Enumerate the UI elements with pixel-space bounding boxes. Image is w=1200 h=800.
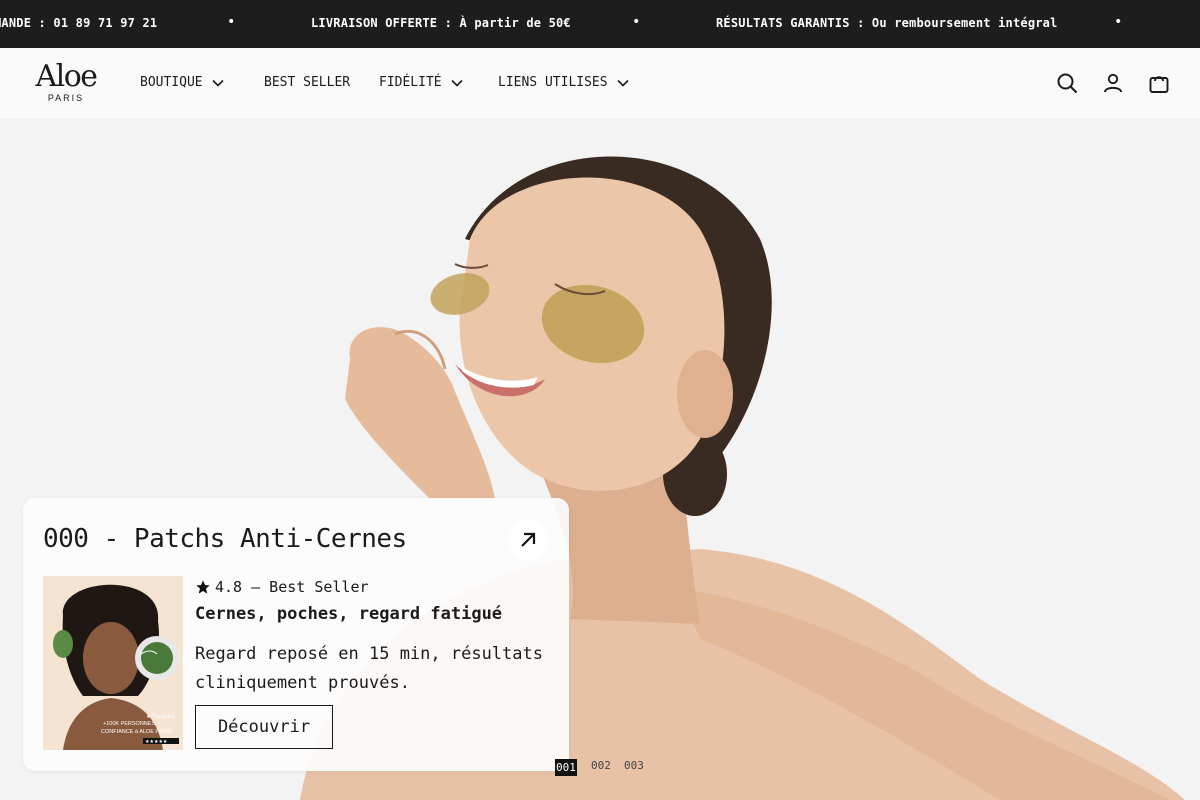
thumbnail-badge-line1: +100K PERSONNES — [103, 721, 156, 727]
announcement-shipping: LIVRAISON OFFERTE : À partir de 50€ — [311, 16, 571, 30]
chevron-down-icon — [617, 79, 629, 87]
nav-item-fidelite[interactable]: FIDÉLITÉ — [379, 75, 464, 90]
product-subtitle: Cernes, poches, regard fatigué — [195, 604, 503, 624]
brand-logo[interactable]: Aloe PARIS — [30, 59, 102, 104]
svg-text:★★★★★: ★★★★★ — [145, 739, 168, 745]
star-icon — [196, 580, 210, 594]
featured-product-card[interactable]: 000 - Patchs Anti-Cernes ★ Trustpilot ★★… — [23, 498, 569, 771]
slide-indicator-3[interactable]: 003 — [624, 759, 644, 772]
svg-text:★ Trustpilot: ★ Trustpilot — [146, 713, 175, 720]
nav-label: BOUTIQUE — [140, 75, 203, 90]
product-rating: 4.8 — Best Seller — [195, 578, 369, 596]
nav-item-liens-utilises[interactable]: LIENS UTILISES — [498, 75, 630, 90]
arrow-up-right-icon — [521, 532, 536, 547]
open-product-button[interactable] — [508, 520, 548, 560]
product-thumbnail[interactable]: ★ Trustpilot ★★★★★ +100K PERSONNES CONFI… — [43, 576, 183, 750]
announcement-guarantee: RÉSULTATS GARANTIS : Ou remboursement in… — [716, 16, 1058, 30]
nav-item-best-seller[interactable]: BEST SELLER — [264, 75, 350, 90]
site-header: Aloe PARIS BOUTIQUE BEST SELLER FIDÉLITÉ… — [0, 48, 1200, 119]
announcement-separator: • — [632, 14, 641, 30]
nav-label: LIENS UTILISES — [498, 75, 608, 90]
nav-label: FIDÉLITÉ — [379, 75, 442, 90]
logo-wordmark: Aloe — [35, 59, 98, 94]
announcement-separator: • — [1114, 14, 1123, 30]
product-description: Regard reposé en 15 min, résultats clini… — [195, 644, 543, 693]
discover-button[interactable]: Découvrir — [195, 705, 333, 749]
announcement-separator: • — [227, 14, 236, 30]
product-title: 000 - Patchs Anti-Cernes — [43, 524, 407, 554]
thumbnail-badge-line2: CONFIANCE à ALOE PARIS — [101, 729, 172, 735]
cart-icon[interactable] — [1148, 72, 1170, 94]
announcement-phone: MANDE : 01 89 71 97 21 — [0, 16, 158, 30]
chevron-down-icon — [451, 79, 463, 87]
logo-subtitle: PARIS — [47, 93, 85, 103]
slide-indicator-1[interactable]: 001 — [555, 759, 577, 776]
nav-label: BEST SELLER — [264, 75, 351, 90]
nav-item-boutique[interactable]: BOUTIQUE — [140, 75, 225, 90]
rating-text: 4.8 — Best Seller — [215, 578, 369, 596]
chevron-down-icon — [212, 79, 224, 87]
announcement-bar: MANDE : 01 89 71 97 21 • LIVRAISON OFFER… — [0, 0, 1200, 48]
search-icon[interactable] — [1056, 72, 1078, 94]
slide-indicator-2[interactable]: 002 — [591, 759, 611, 772]
account-icon[interactable] — [1102, 72, 1124, 94]
